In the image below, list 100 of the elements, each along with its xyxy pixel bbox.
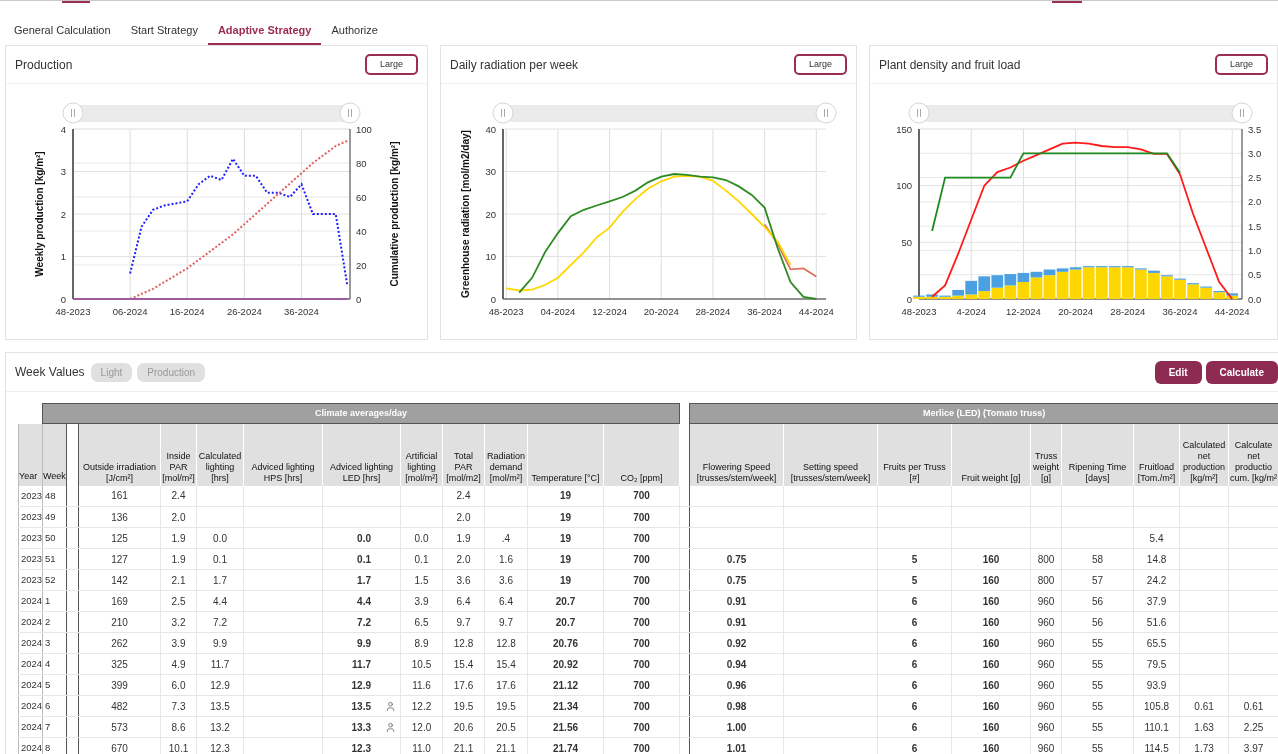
slider-handle[interactable] (62, 102, 84, 124)
table-cell: 0.0 (196, 527, 244, 549)
table-cell: .4 (484, 527, 528, 549)
y-tick-label: 2.5 (1248, 172, 1262, 184)
column-header: Adviced lighting HPS [hrs] (243, 423, 323, 486)
y-tick-label: 3 (60, 166, 66, 177)
table-cell-text: 13.3 (351, 720, 371, 735)
table-cell: 19 (527, 548, 604, 570)
x-tick-label: 4-2024 (956, 306, 986, 317)
table-cell: 700 (603, 674, 680, 696)
table-cell: 700 (603, 611, 680, 633)
table-cell: 161 (78, 485, 161, 507)
table-cell: 0.94 (689, 653, 784, 675)
y-tick-label: 80 (356, 157, 367, 169)
table-cell: 2024 (18, 653, 43, 675)
table-cell: 160 (951, 632, 1031, 654)
table-cell: 2023 (18, 506, 43, 528)
table-cell-text: 12.9 (351, 678, 371, 693)
chart-bar (1004, 274, 1017, 286)
header-indicator (62, 1, 90, 3)
slider-handle[interactable] (1231, 102, 1253, 124)
large-button[interactable]: Large (793, 54, 847, 75)
slider-handle[interactable] (815, 102, 837, 124)
chart-bar (1004, 285, 1017, 299)
table-cell: 1.7 (196, 569, 244, 591)
y-tick-label: 10 (485, 251, 496, 262)
table-cell: 15.4 (442, 653, 485, 675)
x-tick-label: 48-2023 (55, 306, 91, 317)
table-cell: 24.2 (1133, 569, 1180, 591)
table-cell: 2024 (18, 611, 43, 633)
table-cell: 12.0 (400, 716, 443, 738)
table-cell-text: 4.4 (357, 594, 371, 609)
table-cell: 482 (78, 695, 161, 717)
table-cell: 4.9 (160, 653, 197, 675)
table-cell: 2024 (18, 674, 43, 696)
slider-handle[interactable] (339, 102, 361, 124)
table-cell: 399 (78, 674, 161, 696)
table-cell: 142 (78, 569, 161, 591)
table-cell: 127 (78, 548, 161, 570)
y-axis-label: Weekly production [kg/m²] (34, 151, 45, 277)
y-tick-label: 0.5 (1248, 269, 1262, 281)
action-button[interactable]: Calculate (1205, 360, 1278, 384)
column-header: Year (18, 423, 43, 486)
slider-handle[interactable] (492, 102, 514, 124)
y-tick-label: 0 (906, 293, 912, 305)
table-cell: 0.75 (689, 548, 784, 570)
table-cell: 960 (1030, 716, 1062, 738)
y-tick-label: 150 (896, 123, 912, 135)
large-button[interactable]: Large (364, 54, 418, 75)
y-tick-label: 0.0 (1248, 293, 1262, 305)
table-cell-text: 0.1 (357, 552, 371, 567)
table-cell: 2024 (18, 737, 43, 754)
tab[interactable]: Authorize (321, 18, 388, 45)
table-cell: 9.9 (196, 632, 244, 654)
y-tick-label: 100 (356, 123, 372, 135)
x-tick-label: 16-2024 (169, 306, 205, 317)
table-cell: 2.25 (1228, 716, 1278, 738)
table-cell: 3.9 (400, 590, 443, 612)
table-cell-text: 9.9 (357, 636, 371, 651)
table-cell: 56 (1061, 611, 1134, 633)
column-header: Fruit weight [g] (951, 423, 1031, 486)
table-cell: 9.7 (442, 611, 485, 633)
table-cell: 6.5 (400, 611, 443, 633)
tab[interactable]: General Calculation (4, 18, 121, 45)
tab[interactable]: Start Strategy (120, 18, 208, 45)
table-cell: 0.98 (689, 695, 784, 717)
column-header: Temperature [°C] (527, 423, 604, 486)
column-header: CO₂ [ppm] (603, 423, 680, 486)
x-tick-label: 36-2024 (1162, 306, 1198, 317)
table-cell: 58 (1061, 548, 1134, 570)
table-cell: 160 (951, 548, 1031, 570)
x-tick-label: 44-2024 (1214, 306, 1250, 317)
action-button[interactable]: Edit (1154, 360, 1202, 384)
slider-handle[interactable] (908, 102, 930, 124)
table-cell: 5 (877, 569, 952, 591)
header-indicator (1052, 1, 1082, 3)
table-cell: 21.56 (527, 716, 604, 738)
card-title: Plant density and fruit load (879, 56, 1021, 74)
x-tick-label: 44-2024 (798, 306, 834, 317)
y-tick-label: 60 (356, 191, 367, 203)
table-cell: 11.6 (400, 674, 443, 696)
y-tick-label: 1 (60, 251, 66, 262)
x-tick-label: 26-2024 (226, 306, 262, 317)
large-button[interactable]: Large (1214, 54, 1268, 75)
table-cell: 700 (603, 716, 680, 738)
table-cell: 20.7 (527, 590, 604, 612)
table-cell: 8.6 (160, 716, 197, 738)
table-cell: 700 (603, 695, 680, 717)
y-tick-label: 20 (485, 208, 496, 220)
table-cell: 1.00 (689, 716, 784, 738)
table-cell: 3.97 (1228, 737, 1278, 754)
table-cell: 15.4 (484, 653, 528, 675)
table-cell: 9.7 (484, 611, 528, 633)
chart-bar (991, 275, 1004, 288)
table-cell: 325 (78, 653, 161, 675)
table-cell: 93.9 (1133, 674, 1180, 696)
table-cell: 10.1 (160, 737, 197, 754)
table-cell: 20.6 (442, 716, 485, 738)
table-cell: 0.1 (196, 548, 244, 570)
table-cell: 1.63 (1179, 716, 1229, 738)
